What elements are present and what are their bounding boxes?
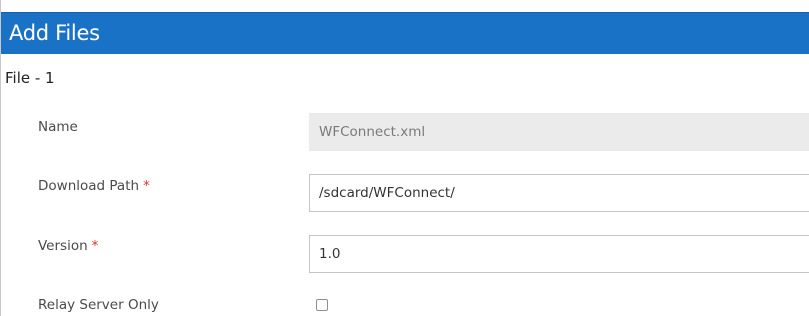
version-input[interactable]: 1.0: [309, 235, 809, 273]
download-path-label: Download Path *: [38, 178, 150, 194]
version-required-marker: *: [91, 238, 99, 254]
download-path-required-marker: *: [143, 178, 150, 194]
dialog-title: Add Files: [9, 21, 100, 45]
name-label-text: Name: [38, 119, 78, 135]
relay-server-only-checkbox[interactable]: [316, 299, 328, 311]
file-section-title: File - 1: [5, 69, 55, 87]
name-field: WFConnect.xml: [309, 113, 809, 151]
version-label: Version *: [38, 238, 98, 254]
add-files-dialog: Add Files File - 1 Name WFConnect.xml Do…: [0, 0, 809, 316]
version-label-text: Version: [38, 238, 88, 254]
dialog-header: Add Files: [1, 12, 809, 54]
relay-server-only-label: Relay Server Only: [38, 297, 159, 313]
download-path-input[interactable]: /sdcard/WFConnect/: [309, 174, 809, 212]
relay-server-only-label-text: Relay Server Only: [38, 297, 159, 313]
name-label: Name: [38, 119, 78, 135]
version-input-value: 1.0: [319, 246, 341, 262]
name-field-value: WFConnect.xml: [319, 124, 426, 140]
download-path-label-text: Download Path: [38, 178, 140, 194]
download-path-input-value: /sdcard/WFConnect/: [319, 185, 455, 201]
